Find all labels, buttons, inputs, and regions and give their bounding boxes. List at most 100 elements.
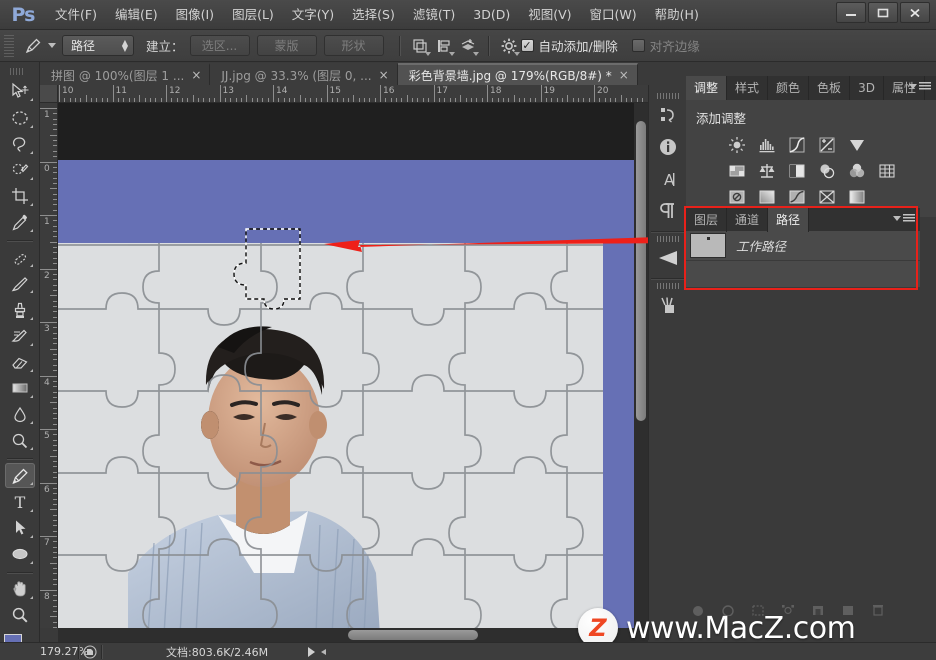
quick-selection-tool[interactable] bbox=[5, 158, 35, 183]
invert-icon[interactable] bbox=[726, 187, 748, 207]
gear-icon[interactable] bbox=[497, 34, 521, 58]
tab-layers[interactable]: 图层 bbox=[686, 208, 728, 232]
menu-view[interactable]: 视图(V) bbox=[519, 0, 580, 30]
menu-filter[interactable]: 滤镜(T) bbox=[404, 0, 464, 30]
document-tab-puzzle[interactable]: 拼图 @ 100%(图层 1 ... × bbox=[40, 63, 211, 85]
pen-tool[interactable] bbox=[4, 463, 35, 489]
maximize-button[interactable] bbox=[868, 2, 898, 23]
path-row-work-path[interactable]: 工作路径 bbox=[686, 231, 920, 261]
elliptical-marquee-tool[interactable] bbox=[5, 105, 35, 130]
minimize-button[interactable] bbox=[836, 2, 866, 23]
clone-stamp-tool[interactable] bbox=[5, 297, 35, 322]
scrollbar-thumb[interactable] bbox=[348, 630, 478, 640]
tab-color[interactable]: 颜色 bbox=[768, 76, 810, 100]
tool-preset-chevron-icon[interactable] bbox=[48, 43, 56, 48]
zoom-level[interactable]: 179.27% bbox=[0, 645, 89, 658]
gradient-map-icon[interactable] bbox=[816, 187, 838, 207]
paths-empty-area[interactable] bbox=[686, 261, 920, 287]
vibrance-icon[interactable] bbox=[846, 135, 868, 155]
dock-grip[interactable] bbox=[656, 93, 679, 99]
dock-grip-3[interactable] bbox=[656, 283, 679, 289]
eyedropper-tool[interactable] bbox=[5, 210, 35, 235]
color-balance-icon[interactable] bbox=[756, 161, 778, 181]
posterize-icon[interactable] bbox=[756, 187, 778, 207]
tab-paths[interactable]: 路径 bbox=[768, 208, 810, 232]
close-icon[interactable]: × bbox=[191, 68, 201, 82]
photo-filter-icon[interactable] bbox=[816, 161, 838, 181]
options-bar-grip[interactable] bbox=[4, 34, 14, 57]
character-panel-icon[interactable]: A bbox=[651, 163, 685, 195]
ellipse-shape-tool[interactable] bbox=[5, 542, 35, 567]
horizontal-ruler[interactable]: 10 11 12 13 14 15 16 17 18 19 20 bbox=[58, 85, 648, 103]
move-tool[interactable] bbox=[5, 79, 35, 104]
tools-panel-grip[interactable] bbox=[9, 68, 24, 76]
menu-file[interactable]: 文件(F) bbox=[46, 0, 106, 30]
hand-tool[interactable] bbox=[5, 577, 35, 602]
tab-channels[interactable]: 通道 bbox=[727, 208, 769, 232]
path-mode-select[interactable]: 路径 ▲ ▼ bbox=[62, 35, 134, 56]
channel-mixer-icon[interactable] bbox=[846, 161, 868, 181]
menu-3d[interactable]: 3D(D) bbox=[464, 0, 519, 30]
dodge-tool[interactable] bbox=[5, 428, 35, 453]
canvas-vertical-scrollbar[interactable] bbox=[634, 103, 648, 628]
crop-tool[interactable] bbox=[5, 184, 35, 209]
document-tab-jj[interactable]: JJ.jpg @ 33.3% (图层 0, ... × bbox=[210, 63, 398, 85]
menu-help[interactable]: 帮助(H) bbox=[646, 0, 708, 30]
brightness-contrast-icon[interactable] bbox=[726, 135, 748, 155]
menu-type[interactable]: 文字(Y) bbox=[283, 0, 343, 30]
type-tool[interactable]: T bbox=[5, 489, 35, 514]
vertical-ruler[interactable]: 10123456789 bbox=[40, 103, 58, 628]
panel-menu-icon[interactable] bbox=[909, 82, 931, 91]
canvas-area[interactable] bbox=[58, 103, 648, 628]
tab-adjustments[interactable]: 调整 bbox=[686, 76, 728, 100]
selective-color-icon[interactable] bbox=[846, 187, 868, 207]
make-selection-button[interactable]: 选区... bbox=[189, 35, 250, 56]
curves-icon[interactable] bbox=[786, 135, 808, 155]
history-brush-tool[interactable] bbox=[5, 324, 35, 349]
dock-grip-2[interactable] bbox=[656, 236, 679, 242]
tab-swatches[interactable]: 色板 bbox=[809, 76, 851, 100]
lasso-tool[interactable] bbox=[5, 132, 35, 157]
gradient-tool[interactable] bbox=[5, 376, 35, 401]
tool-presets-panel-icon[interactable] bbox=[651, 289, 685, 321]
menu-layer[interactable]: 图层(L) bbox=[223, 0, 283, 30]
align-edges-checkbox[interactable] bbox=[631, 39, 645, 52]
close-button[interactable] bbox=[900, 2, 930, 23]
document-tab-colorwall[interactable]: 彩色背景墙.jpg @ 179%(RGB/8#) * × bbox=[397, 63, 638, 85]
tab-3d[interactable]: 3D bbox=[850, 76, 884, 100]
healing-brush-tool[interactable] bbox=[5, 245, 35, 270]
exposure-icon[interactable] bbox=[816, 135, 838, 155]
path-alignment-icon[interactable] bbox=[432, 34, 456, 58]
close-icon[interactable]: × bbox=[619, 68, 629, 82]
hue-saturation-icon[interactable] bbox=[726, 161, 748, 181]
path-operations-icon[interactable] bbox=[408, 34, 432, 58]
levels-icon[interactable] bbox=[756, 135, 778, 155]
ruler-corner[interactable] bbox=[40, 85, 58, 103]
path-selection-tool[interactable] bbox=[5, 516, 35, 541]
threshold-icon[interactable] bbox=[786, 187, 808, 207]
canvas-horizontal-scrollbar[interactable] bbox=[58, 628, 648, 642]
brush-tool[interactable] bbox=[5, 271, 35, 296]
pen-tool-icon[interactable] bbox=[20, 34, 46, 58]
play-icon[interactable] bbox=[308, 646, 316, 657]
delete-path-icon[interactable] bbox=[870, 600, 886, 616]
document-icon[interactable] bbox=[83, 644, 97, 659]
scrollbar-thumb[interactable] bbox=[636, 121, 646, 421]
color-lookup-icon[interactable] bbox=[876, 161, 898, 181]
menu-image[interactable]: 图像(I) bbox=[167, 0, 223, 30]
menu-edit[interactable]: 编辑(E) bbox=[106, 0, 167, 30]
blur-tool[interactable] bbox=[5, 402, 35, 427]
black-white-icon[interactable] bbox=[786, 161, 808, 181]
path-arrangement-icon[interactable] bbox=[456, 34, 480, 58]
eraser-tool[interactable] bbox=[5, 350, 35, 375]
status-resize-icon[interactable] bbox=[321, 648, 327, 655]
paths-panel-menu-icon[interactable] bbox=[893, 214, 915, 223]
menu-select[interactable]: 选择(S) bbox=[343, 0, 404, 30]
info-panel-icon[interactable] bbox=[651, 131, 685, 163]
auto-add-delete-checkbox[interactable]: ✓ bbox=[520, 39, 534, 52]
brush-presets-panel-icon[interactable] bbox=[651, 242, 685, 274]
history-panel-icon[interactable] bbox=[651, 99, 685, 131]
make-mask-button[interactable]: 蒙版 bbox=[256, 35, 317, 56]
menu-window[interactable]: 窗口(W) bbox=[581, 0, 646, 30]
paragraph-panel-icon[interactable] bbox=[651, 195, 685, 227]
